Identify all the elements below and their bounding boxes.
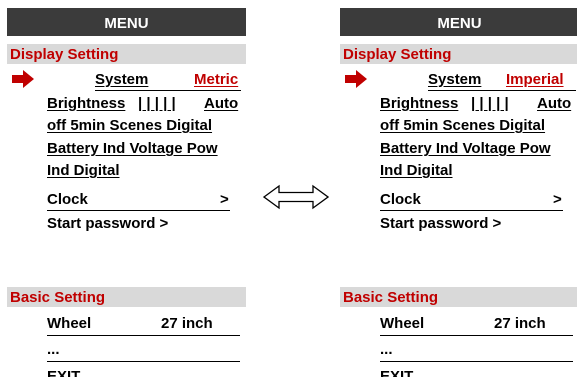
menu-header: MENU: [7, 8, 246, 36]
wheel-label[interactable]: Wheel: [380, 315, 424, 333]
battery-ind-line[interactable]: Battery Ind Voltage Pow: [380, 140, 551, 158]
more-underline: [380, 361, 573, 362]
exit-item[interactable]: EXIT: [380, 368, 413, 377]
right-arrow-icon: [345, 70, 367, 88]
system-underline: [428, 90, 576, 91]
off-scenes-line[interactable]: off 5min Scenes Digital: [380, 117, 545, 135]
brightness-bars[interactable]: | | | | |: [138, 95, 176, 113]
more-items[interactable]: ...: [380, 341, 393, 359]
more-underline: [47, 361, 240, 362]
brightness-label[interactable]: Brightness: [47, 95, 125, 113]
basic-setting-section[interactable]: Basic Setting: [340, 287, 577, 307]
wheel-underline: [380, 335, 573, 336]
clock-label[interactable]: Clock: [47, 191, 88, 209]
clock-arrow[interactable]: >: [553, 191, 562, 209]
clock-label[interactable]: Clock: [380, 191, 421, 209]
brightness-auto[interactable]: Auto: [204, 95, 238, 113]
clock-underline: [47, 210, 230, 211]
ind-digital-line[interactable]: Ind Digital: [47, 162, 120, 180]
start-password[interactable]: Start password >: [47, 215, 168, 233]
more-items[interactable]: ...: [47, 341, 60, 359]
battery-ind-line[interactable]: Battery Ind Voltage Pow: [47, 140, 218, 158]
menu-header: MENU: [340, 8, 577, 36]
off-scenes-line[interactable]: off 5min Scenes Digital: [47, 117, 212, 135]
clock-arrow[interactable]: >: [220, 191, 229, 209]
double-arrow-icon: [263, 184, 329, 210]
system-label[interactable]: System: [428, 71, 481, 89]
menu-panel-right: MENU Display Setting System Imperial Bri…: [340, 8, 577, 377]
system-label[interactable]: System: [95, 71, 148, 89]
ind-digital-line[interactable]: Ind Digital: [380, 162, 453, 180]
exit-item[interactable]: EXIT: [47, 368, 80, 377]
system-underline: [95, 90, 241, 91]
system-value[interactable]: Imperial: [506, 71, 564, 89]
brightness-label[interactable]: Brightness: [380, 95, 458, 113]
right-arrow-icon: [12, 70, 34, 88]
brightness-auto[interactable]: Auto: [537, 95, 571, 113]
display-setting-section[interactable]: Display Setting: [7, 44, 246, 64]
menu-panel-left: MENU Display Setting System Metric Brigh…: [7, 8, 246, 377]
wheel-underline: [47, 335, 240, 336]
clock-underline: [380, 210, 563, 211]
start-password[interactable]: Start password >: [380, 215, 501, 233]
system-value[interactable]: Metric: [194, 71, 238, 89]
wheel-value[interactable]: 27 inch: [161, 315, 213, 333]
wheel-label[interactable]: Wheel: [47, 315, 91, 333]
wheel-value[interactable]: 27 inch: [494, 315, 546, 333]
basic-setting-section[interactable]: Basic Setting: [7, 287, 246, 307]
brightness-bars[interactable]: | | | | |: [471, 95, 509, 113]
display-setting-section[interactable]: Display Setting: [340, 44, 577, 64]
